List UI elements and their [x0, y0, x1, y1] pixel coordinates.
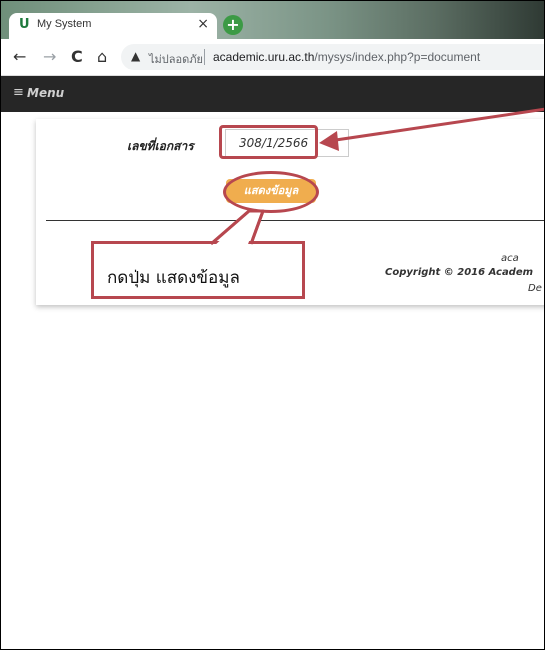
- new-tab-button[interactable]: +: [223, 15, 243, 35]
- footer-line-3: De: [528, 283, 542, 294]
- browser-tab[interactable]: U My System ×: [9, 13, 217, 39]
- back-arrow-icon[interactable]: ←: [13, 47, 26, 66]
- button-highlight-ellipse: [223, 171, 319, 213]
- address-bar[interactable]: ▲ ไม่ปลอดภัย academic.uru.ac.th/mysys/in…: [121, 44, 544, 70]
- forward-arrow-icon[interactable]: →: [43, 47, 56, 66]
- reload-icon[interactable]: C: [71, 47, 83, 66]
- document-number-label: เลขที่เอกสาร: [127, 139, 194, 153]
- warning-icon: ▲: [131, 49, 141, 63]
- hamburger-icon[interactable]: ≡: [13, 85, 24, 100]
- input-highlight-box: [219, 125, 318, 159]
- address-separator: [204, 49, 205, 65]
- url-host: academic.uru.ac.th: [213, 50, 315, 64]
- url-path: /mysys/index.php?p=document: [314, 50, 481, 64]
- browser-toolbar: ← → C ⌂ ▲ ไม่ปลอดภัย academic.uru.ac.th/…: [1, 39, 544, 76]
- content-divider: [46, 220, 544, 221]
- instruction-callout-text: กดปุ่ม แสดงข้อมูล: [107, 268, 240, 288]
- url-text: academic.uru.ac.th/mysys/index.php?p=doc…: [213, 50, 480, 64]
- browser-tabstrip: U My System × +: [1, 1, 544, 39]
- tab-title: My System: [37, 18, 92, 30]
- footer-line-1: aca: [501, 253, 519, 264]
- insecure-label: ไม่ปลอดภัย: [149, 54, 203, 66]
- home-icon[interactable]: ⌂: [97, 47, 107, 66]
- app-menubar: ≡ Menu: [1, 76, 544, 112]
- close-tab-icon[interactable]: ×: [197, 16, 209, 32]
- menu-label[interactable]: Menu: [27, 86, 64, 100]
- site-favicon-icon: U: [19, 17, 30, 32]
- screenshot-frame: U My System × + ← → C ⌂ ▲ ไม่ปลอดภัย aca…: [0, 0, 545, 650]
- footer-copyright: Copyright © 2016 Academ: [385, 267, 534, 278]
